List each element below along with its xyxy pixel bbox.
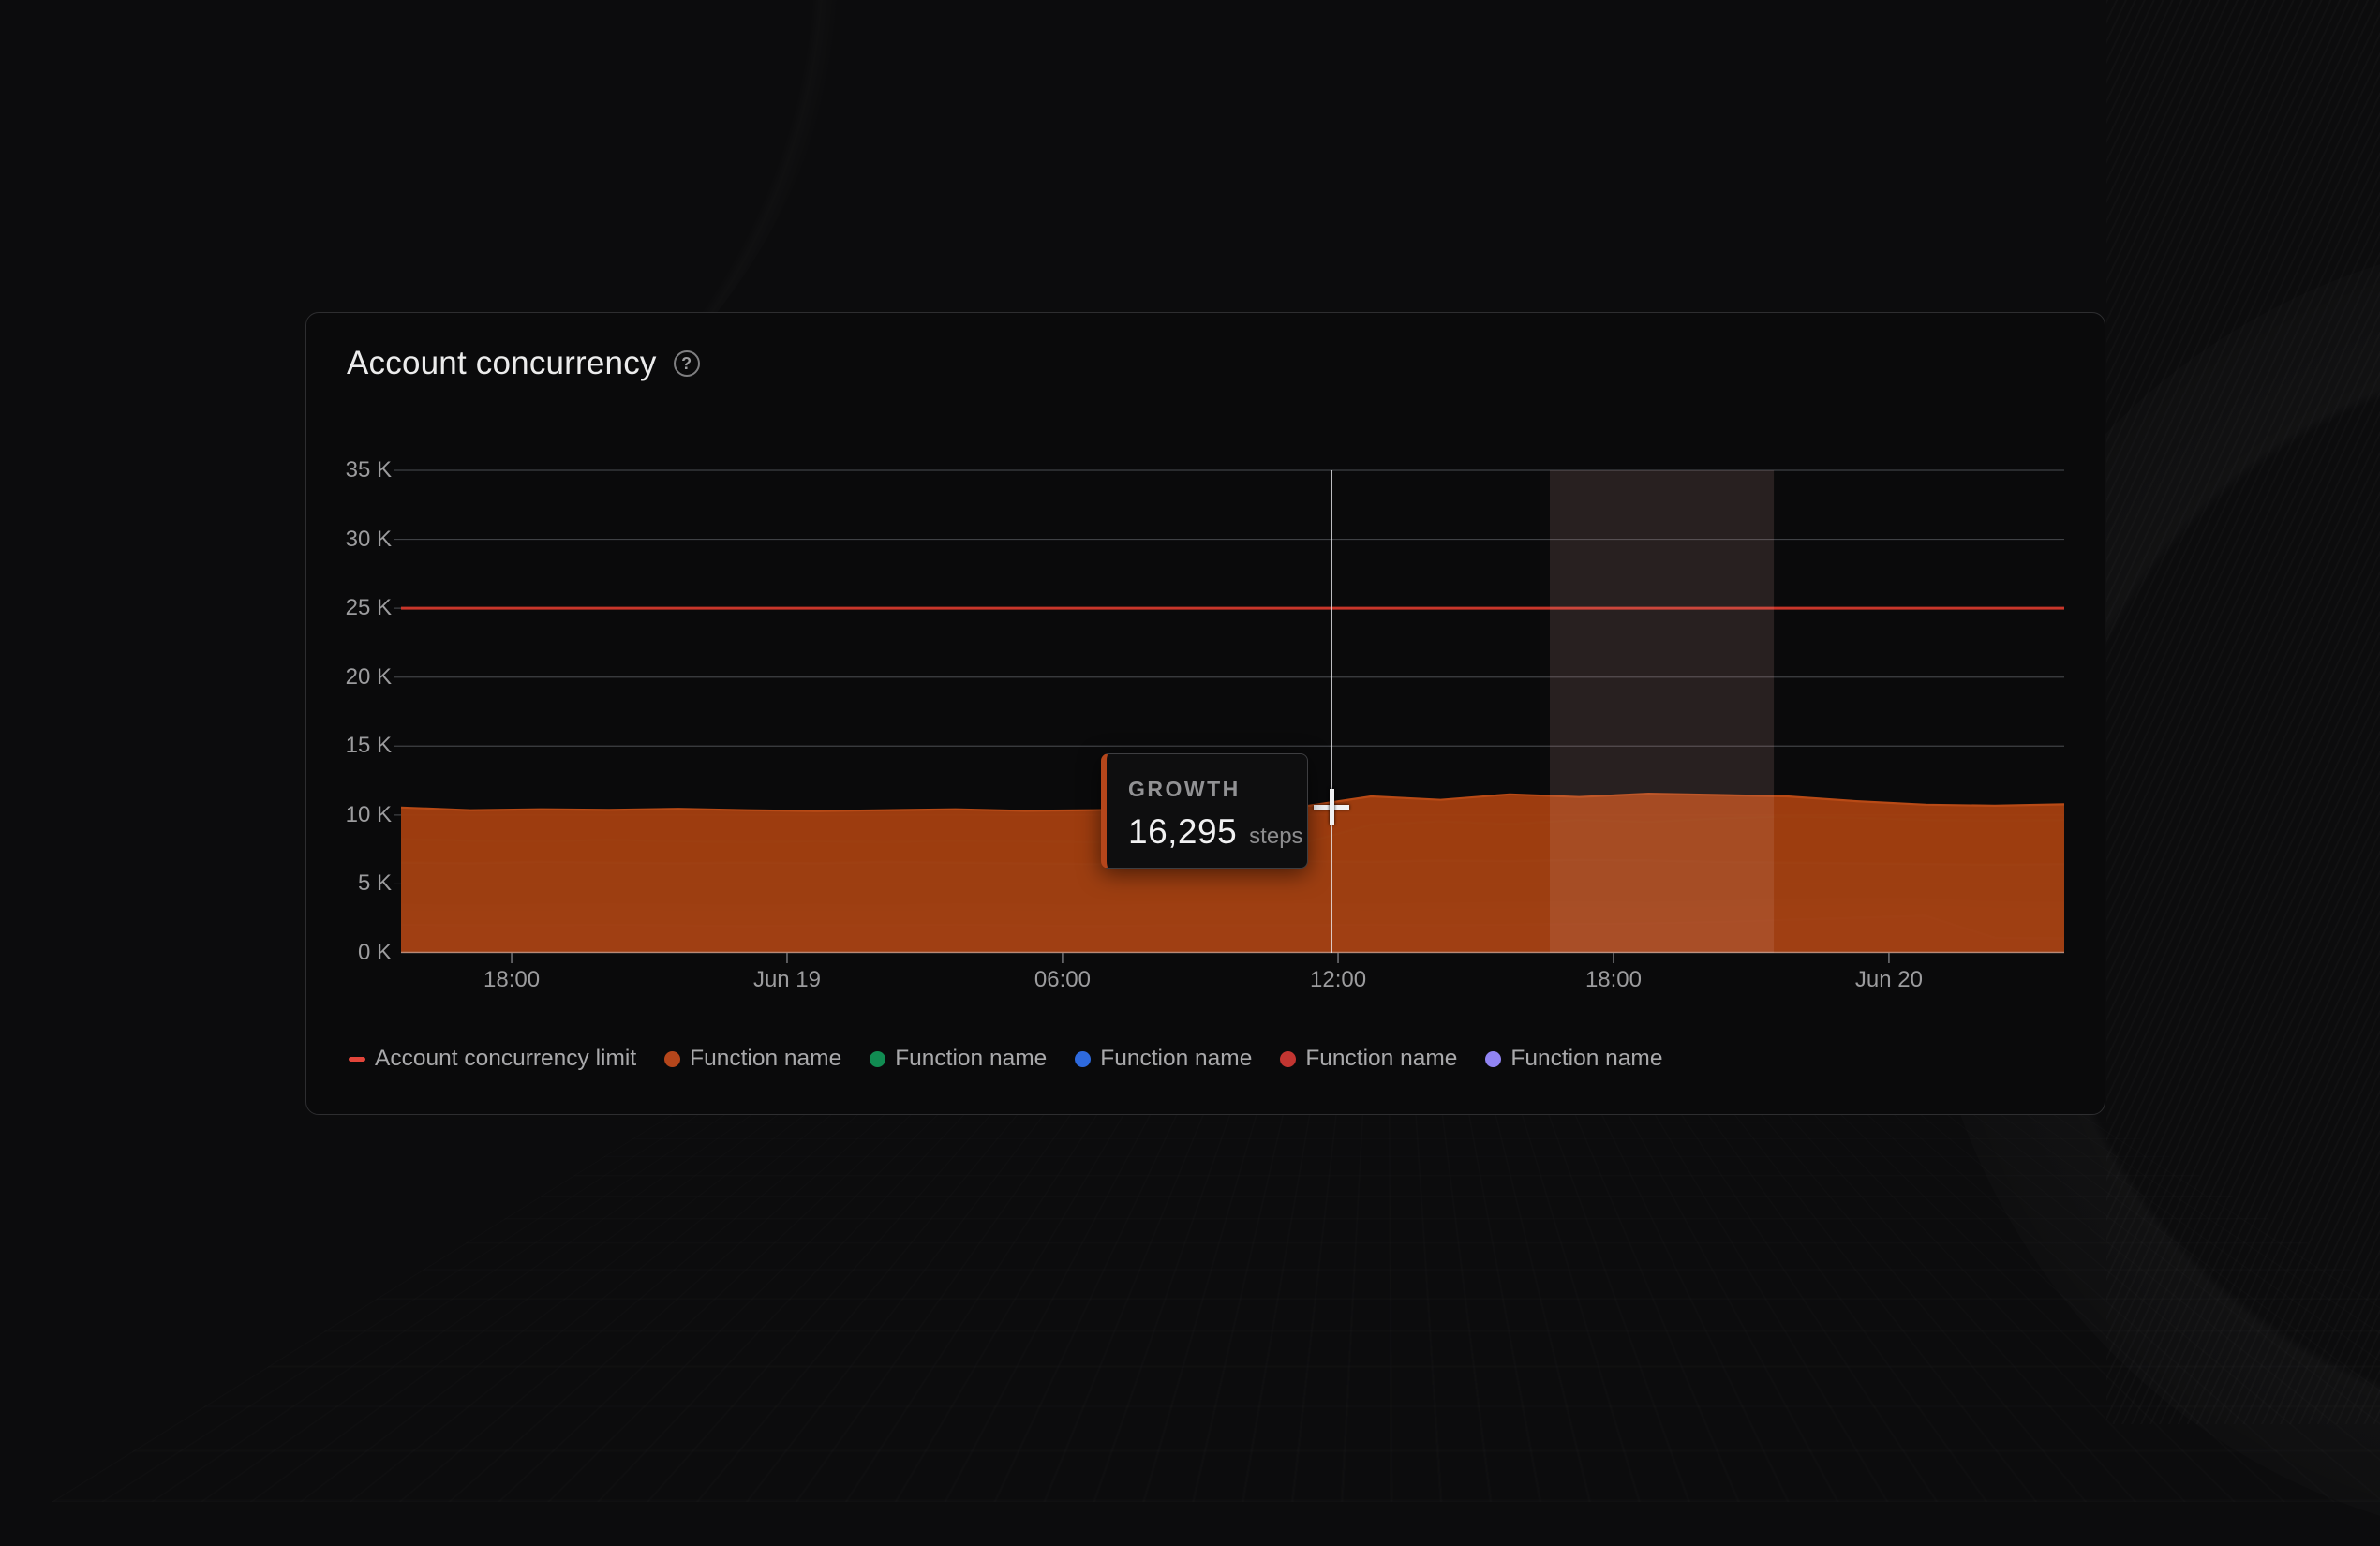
legend-label-3: Function name (1100, 1046, 1253, 1071)
crosshair-line (1331, 470, 1332, 953)
legend-marker-series-dot-5 (1485, 1050, 1502, 1067)
highlight-band (1549, 470, 1775, 953)
x-axis-label-3: 12:00 (1310, 967, 1367, 992)
x-axis-label-1: Jun 19 (752, 967, 821, 992)
legend-marker-series-dot-3 (1075, 1050, 1092, 1067)
tooltip-series-label: GROWTH (1128, 777, 1241, 801)
legend-marker-limit-dash (349, 1056, 365, 1062)
legend-item-3[interactable]: Function name (1075, 1046, 1252, 1072)
legend-label-5: Function name (1510, 1046, 1663, 1071)
y-axis-label-25k: 25 K (345, 595, 392, 621)
x-axis-label-2: 06:00 (1034, 967, 1091, 992)
tooltip-value-row: 16,295 steps (1128, 812, 1307, 852)
page-title: Account concurrency (347, 345, 657, 381)
x-axis-label-4: 18:00 (1584, 967, 1642, 992)
y-axis-label-35k: 35 K (345, 457, 392, 483)
legend-label-2: Function name (895, 1046, 1048, 1071)
legend-item-2[interactable]: Function name (870, 1046, 1047, 1072)
page-background: Account concurrency ? 35 K 30 K 25 K 20 K 15… (0, 0, 2380, 1546)
legend-marker-series-dot-1 (664, 1050, 681, 1067)
tooltip-value: 16,295 (1128, 812, 1238, 851)
tooltip-unit: steps (1249, 824, 1303, 849)
y-axis-label-5k: 5 K (357, 870, 392, 897)
legend-marker-series-dot-4 (1280, 1050, 1297, 1067)
legend-label-0: Account concurrency limit (375, 1046, 637, 1071)
y-axis-label-30k: 30 K (345, 526, 392, 552)
concurrency-chart-plot[interactable] (394, 469, 2065, 964)
legend-marker-series-dot-2 (870, 1050, 886, 1067)
help-icon[interactable]: ? (673, 350, 700, 377)
chart-legend: Account concurrency limit Function name Fu… (349, 1046, 1662, 1072)
x-axis-label-5: Jun 20 (1854, 967, 1923, 992)
legend-label-1: Function name (690, 1046, 842, 1071)
legend-item-0[interactable]: Account concurrency limit (349, 1046, 636, 1072)
y-axis-label-0k: 0 K (357, 940, 392, 965)
card-header: Account concurrency ? (347, 345, 700, 382)
chart-tooltip: GROWTH 16,295 steps (1101, 753, 1308, 869)
legend-item-5[interactable]: Function name (1485, 1046, 1662, 1072)
legend-label-4: Function name (1305, 1046, 1458, 1071)
y-axis-label-10k: 10 K (345, 801, 392, 827)
background-stripes-decoration (2106, 0, 2380, 1424)
legend-item-1[interactable]: Function name (664, 1046, 841, 1072)
x-axis-label-0: 18:00 (483, 967, 541, 992)
y-axis-label-20k: 20 K (345, 663, 392, 690)
y-axis-label-15k: 15 K (345, 733, 392, 759)
legend-item-4[interactable]: Function name (1280, 1046, 1457, 1072)
